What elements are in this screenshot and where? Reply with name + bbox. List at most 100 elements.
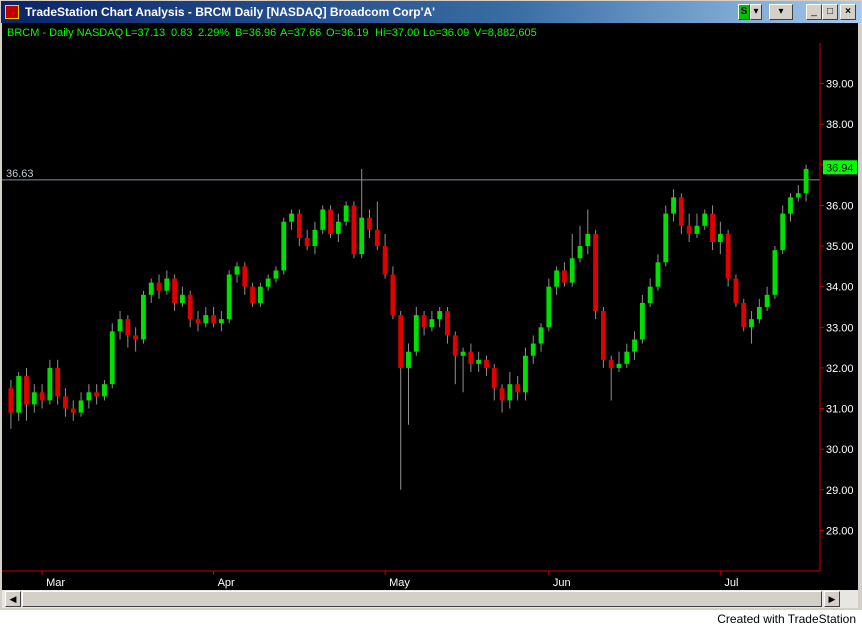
- time-axis[interactable]: Mar Apr May Jun Jul: [2, 570, 820, 589]
- title-bar[interactable]: TradeStation Chart Analysis - BRCM Daily…: [1, 1, 861, 23]
- candle-down: [156, 282, 162, 291]
- candle-down: [390, 274, 396, 316]
- price-tick-label: 31.00: [826, 404, 854, 416]
- candle-up: [413, 315, 419, 352]
- candle-down: [398, 315, 404, 368]
- candle-down: [593, 233, 599, 312]
- candle-up: [406, 351, 411, 368]
- price-tick-label: 33.00: [826, 322, 854, 334]
- maximize-button[interactable]: □: [822, 4, 838, 20]
- price-tick-label: 39.00: [826, 79, 854, 91]
- horizontal-scrollbar[interactable]: ◀ ▶: [2, 590, 858, 608]
- candle-down: [725, 233, 731, 279]
- price-tick-label: 30.00: [826, 444, 854, 456]
- candle-up: [476, 359, 482, 364]
- candle-up: [460, 351, 466, 356]
- candle-up: [624, 351, 630, 364]
- candle-up: [141, 294, 146, 340]
- price-tick-label: 36.00: [826, 200, 854, 212]
- candle-up: [671, 197, 676, 214]
- candle-down: [187, 294, 193, 320]
- candle-down: [562, 270, 567, 283]
- candle-up: [756, 307, 762, 320]
- price-tick-label: 35.00: [826, 241, 854, 253]
- candle-up: [507, 384, 513, 401]
- candle-up: [31, 392, 37, 405]
- candle-down: [686, 225, 692, 234]
- candle-down: [304, 237, 310, 247]
- candle-down: [133, 335, 139, 340]
- candle-up: [289, 213, 294, 222]
- app-window: TradeStation Chart Analysis - BRCM Daily…: [0, 0, 862, 610]
- scroll-right-icon[interactable]: ▶: [824, 591, 840, 607]
- candle-down: [452, 335, 458, 356]
- minimize-button[interactable]: _: [806, 4, 822, 20]
- candle-up: [554, 270, 560, 287]
- candle-down: [710, 213, 715, 243]
- symbol-link-button[interactable]: S: [738, 4, 750, 20]
- candle-up: [78, 400, 84, 413]
- status-low: Lo=36.09: [423, 27, 469, 39]
- candles-group: [8, 164, 809, 490]
- candle-down: [491, 367, 497, 389]
- tradestation-app-icon: [5, 5, 19, 19]
- horizontal-line-label: 36.63: [6, 168, 34, 180]
- candle-down: [39, 392, 45, 401]
- price-chart[interactable]: BRCM - Daily NASDAQ L=37.13 0.83 2.29% B…: [2, 23, 858, 590]
- close-button[interactable]: ×: [840, 4, 856, 20]
- candle-down: [741, 302, 747, 328]
- candle-up: [343, 205, 349, 222]
- candle-up: [663, 213, 669, 263]
- candle-up: [437, 311, 443, 320]
- candle-down: [351, 205, 357, 255]
- candle-down: [678, 197, 684, 226]
- candle-up: [523, 355, 528, 393]
- candle-up: [702, 213, 708, 226]
- candle-up: [585, 233, 591, 247]
- time-tick-label: Jun: [553, 577, 571, 589]
- candle-up: [203, 315, 209, 324]
- candle-up: [694, 225, 700, 234]
- candle-up: [109, 331, 115, 385]
- horizontal-line-annotation[interactable]: 36.63: [2, 168, 820, 181]
- candle-up: [530, 343, 536, 356]
- status-line: BRCM - Daily NASDAQ L=37.13 0.83 2.29% B…: [7, 27, 537, 39]
- candle-down: [515, 384, 521, 393]
- price-tick-label: 28.00: [826, 525, 854, 537]
- window-mode-dropdown-icon[interactable]: ▾: [769, 4, 793, 20]
- price-tick-label: 29.00: [826, 485, 854, 497]
- candlestick-chart[interactable]: BRCM - Daily NASDAQ L=37.13 0.83 2.29% B…: [2, 23, 858, 590]
- candle-down: [211, 315, 217, 324]
- scroll-thumb[interactable]: [22, 591, 822, 607]
- price-axis[interactable]: 28.00 29.00 30.00 31.00 32.00 33.00 34.00 35.00…: [819, 43, 857, 571]
- symbol-link-dropdown-icon[interactable]: ▾: [750, 4, 762, 20]
- candle-down: [468, 351, 474, 364]
- candle-up: [772, 250, 778, 295]
- window-title: TradeStation Chart Analysis - BRCM Daily…: [25, 5, 435, 19]
- status-bid: B=36.96: [235, 27, 276, 39]
- candle-down: [172, 278, 178, 303]
- candle-down: [382, 246, 388, 275]
- candle-down: [125, 319, 131, 336]
- candle-up: [795, 193, 801, 198]
- candle-down: [250, 286, 255, 303]
- candle-down: [499, 388, 505, 401]
- candle-down: [195, 319, 201, 324]
- status-last: L=37.13: [125, 27, 165, 39]
- candle-up: [273, 270, 279, 279]
- candle-up: [429, 319, 435, 328]
- candle-down: [421, 315, 427, 328]
- candle-up: [257, 286, 263, 303]
- price-tick-label: 34.00: [826, 282, 854, 294]
- candle-down: [445, 311, 450, 336]
- scroll-left-icon[interactable]: ◀: [5, 591, 21, 607]
- candle-up: [632, 339, 638, 352]
- status-percent: 2.29%: [198, 27, 229, 39]
- candle-down: [374, 229, 380, 247]
- candle-up: [335, 221, 341, 234]
- status-open: O=36.19: [326, 27, 369, 39]
- candle-up: [86, 392, 92, 401]
- candle-up: [788, 197, 793, 214]
- last-price-label: 36.94: [826, 162, 854, 174]
- candle-down: [70, 408, 76, 413]
